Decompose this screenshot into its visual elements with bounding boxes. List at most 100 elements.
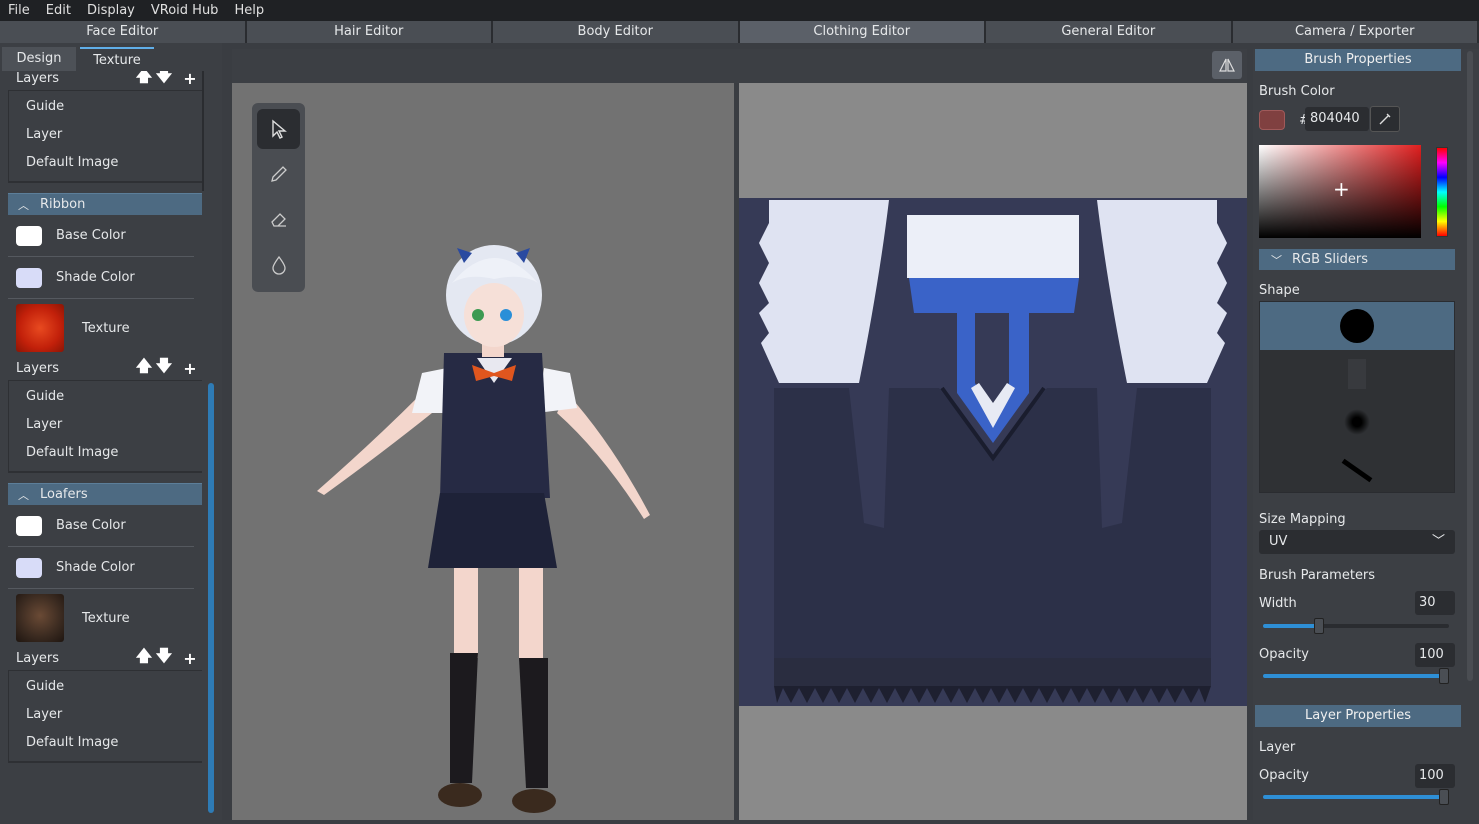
- brush-color-swatch[interactable]: [1259, 110, 1285, 130]
- layer-item-default-image[interactable]: Default Image: [9, 729, 202, 757]
- arrow-down-icon[interactable]: 🡇: [154, 359, 174, 379]
- eyedropper-icon[interactable]: [1370, 106, 1400, 132]
- tab-clothing-editor[interactable]: Clothing Editor: [740, 21, 987, 43]
- right-scrollbar[interactable]: [1467, 51, 1473, 681]
- opacity-input[interactable]: 100: [1415, 643, 1455, 667]
- canvas-toolbar: [232, 49, 1247, 83]
- base-color-label: Base Color: [56, 228, 126, 243]
- size-mapping-select[interactable]: UV ﹀: [1259, 530, 1455, 554]
- plus-icon[interactable]: +: [180, 71, 200, 89]
- color-saturation-value-picker[interactable]: +: [1259, 145, 1421, 238]
- layer-item-default-image[interactable]: Default Image: [9, 439, 202, 467]
- texture-row[interactable]: Texture: [8, 589, 202, 647]
- texture-label: Texture: [82, 321, 130, 336]
- texture-thumbnail[interactable]: [16, 304, 64, 352]
- shade-color-swatch[interactable]: [16, 558, 42, 578]
- eraser-icon[interactable]: [257, 199, 300, 239]
- hue-slider[interactable]: [1436, 147, 1448, 237]
- tab-face-editor[interactable]: Face Editor: [0, 21, 247, 43]
- shape-hard-round[interactable]: [1260, 302, 1454, 350]
- section-loafers[interactable]: ︿ Loafers: [8, 483, 202, 505]
- opacity-slider-fill: [1263, 674, 1449, 678]
- shade-color-row[interactable]: Shade Color: [8, 257, 194, 299]
- width-slider[interactable]: [1263, 624, 1449, 628]
- arrow-down-icon[interactable]: 🡇: [154, 71, 174, 89]
- menu-edit[interactable]: Edit: [38, 0, 79, 21]
- layer-item-layer[interactable]: Layer: [9, 121, 202, 149]
- shape-flat[interactable]: [1260, 446, 1454, 494]
- layer-opacity-label: Opacity: [1259, 768, 1309, 783]
- texture-label: Texture: [82, 611, 130, 626]
- layer-item-default-image[interactable]: Default Image: [9, 149, 202, 177]
- character-model: [232, 83, 734, 820]
- mirror-icon[interactable]: [1212, 51, 1242, 79]
- menu-vroid-hub[interactable]: VRoid Hub: [143, 0, 227, 21]
- layer-item-guide[interactable]: Guide: [9, 93, 202, 121]
- arrow-up-icon[interactable]: 🡅: [134, 71, 154, 89]
- tab-hair-editor[interactable]: Hair Editor: [247, 21, 494, 43]
- menu-display[interactable]: Display: [79, 0, 143, 21]
- rgb-sliders-label: RGB Sliders: [1292, 252, 1368, 267]
- uv-texture-canvas[interactable]: [739, 83, 1247, 820]
- model-viewport[interactable]: [232, 83, 734, 820]
- opacity-slider-thumb[interactable]: [1439, 668, 1449, 684]
- menu-help[interactable]: Help: [226, 0, 272, 21]
- fill-drop-icon[interactable]: [257, 245, 300, 285]
- layers-label: Layers: [16, 71, 134, 86]
- base-color-row[interactable]: Base Color: [8, 505, 194, 547]
- left-scrollbar[interactable]: [208, 383, 214, 813]
- layer-item-guide[interactable]: Guide: [9, 383, 202, 411]
- cursor-icon[interactable]: [257, 109, 300, 149]
- shape-textured[interactable]: [1260, 350, 1454, 398]
- pencil-icon[interactable]: [257, 154, 300, 194]
- layer-list: Guide Layer Default Image: [8, 671, 202, 763]
- base-color-label: Base Color: [56, 518, 126, 533]
- base-color-swatch[interactable]: [16, 226, 42, 246]
- base-color-row[interactable]: Base Color: [8, 215, 194, 257]
- hex-color-input[interactable]: 804040: [1305, 107, 1369, 131]
- layer-opacity-slider-thumb[interactable]: [1439, 789, 1449, 805]
- layers-header: Layers 🡅 🡇 +: [8, 71, 202, 91]
- width-label: Width: [1259, 596, 1297, 611]
- rgb-sliders-toggle[interactable]: ﹀ RGB Sliders: [1259, 249, 1455, 270]
- shade-color-row[interactable]: Shade Color: [8, 547, 194, 589]
- layer-item-layer[interactable]: Layer: [9, 701, 202, 729]
- width-slider-thumb[interactable]: [1314, 618, 1324, 634]
- plus-icon[interactable]: +: [180, 359, 200, 379]
- layer-list: Guide Layer Default Image: [8, 91, 202, 183]
- shape-soft-round[interactable]: [1260, 398, 1454, 446]
- layer-item-guide[interactable]: Guide: [9, 673, 202, 701]
- chevron-up-icon: ︿: [18, 487, 32, 503]
- width-slider-fill: [1263, 624, 1319, 628]
- brush-parameters-label: Brush Parameters: [1259, 568, 1375, 583]
- texture-thumbnail[interactable]: [16, 594, 64, 642]
- right-panel: Brush Properties Brush Color # 804040 + …: [1253, 49, 1479, 820]
- tool-palette: [252, 103, 305, 292]
- tab-texture[interactable]: Texture: [80, 47, 154, 71]
- base-color-swatch[interactable]: [16, 516, 42, 536]
- plus-icon[interactable]: +: [180, 649, 200, 669]
- arrow-up-icon[interactable]: 🡅: [134, 649, 154, 669]
- chevron-down-icon: ﹀: [1432, 530, 1445, 554]
- menu-file[interactable]: File: [0, 0, 38, 21]
- arrow-up-icon[interactable]: 🡅: [134, 359, 154, 379]
- tab-camera-exporter[interactable]: Camera / Exporter: [1233, 21, 1479, 43]
- tab-body-editor[interactable]: Body Editor: [493, 21, 740, 43]
- width-input[interactable]: 30: [1415, 591, 1455, 615]
- section-ribbon[interactable]: ︿ Ribbon: [8, 193, 202, 215]
- opacity-slider[interactable]: [1263, 674, 1449, 678]
- tab-design[interactable]: Design: [2, 47, 76, 71]
- texture-list: Layers 🡅 🡇 + Guide Layer Default Image ︿…: [8, 71, 202, 820]
- layer-opacity-slider[interactable]: [1263, 795, 1449, 799]
- tab-general-editor[interactable]: General Editor: [986, 21, 1233, 43]
- arrow-down-icon[interactable]: 🡇: [154, 649, 174, 669]
- size-mapping-label: Size Mapping: [1259, 512, 1346, 527]
- texture-row[interactable]: Texture: [8, 299, 202, 357]
- layer-opacity-input[interactable]: 100: [1415, 764, 1455, 788]
- layer-item-layer[interactable]: Layer: [9, 411, 202, 439]
- shade-color-swatch[interactable]: [16, 268, 42, 288]
- opacity-label: Opacity: [1259, 647, 1309, 662]
- chevron-up-icon: ︿: [18, 197, 32, 213]
- shape-label: Shape: [1259, 283, 1300, 298]
- chevron-down-icon: ﹀: [1271, 252, 1282, 268]
